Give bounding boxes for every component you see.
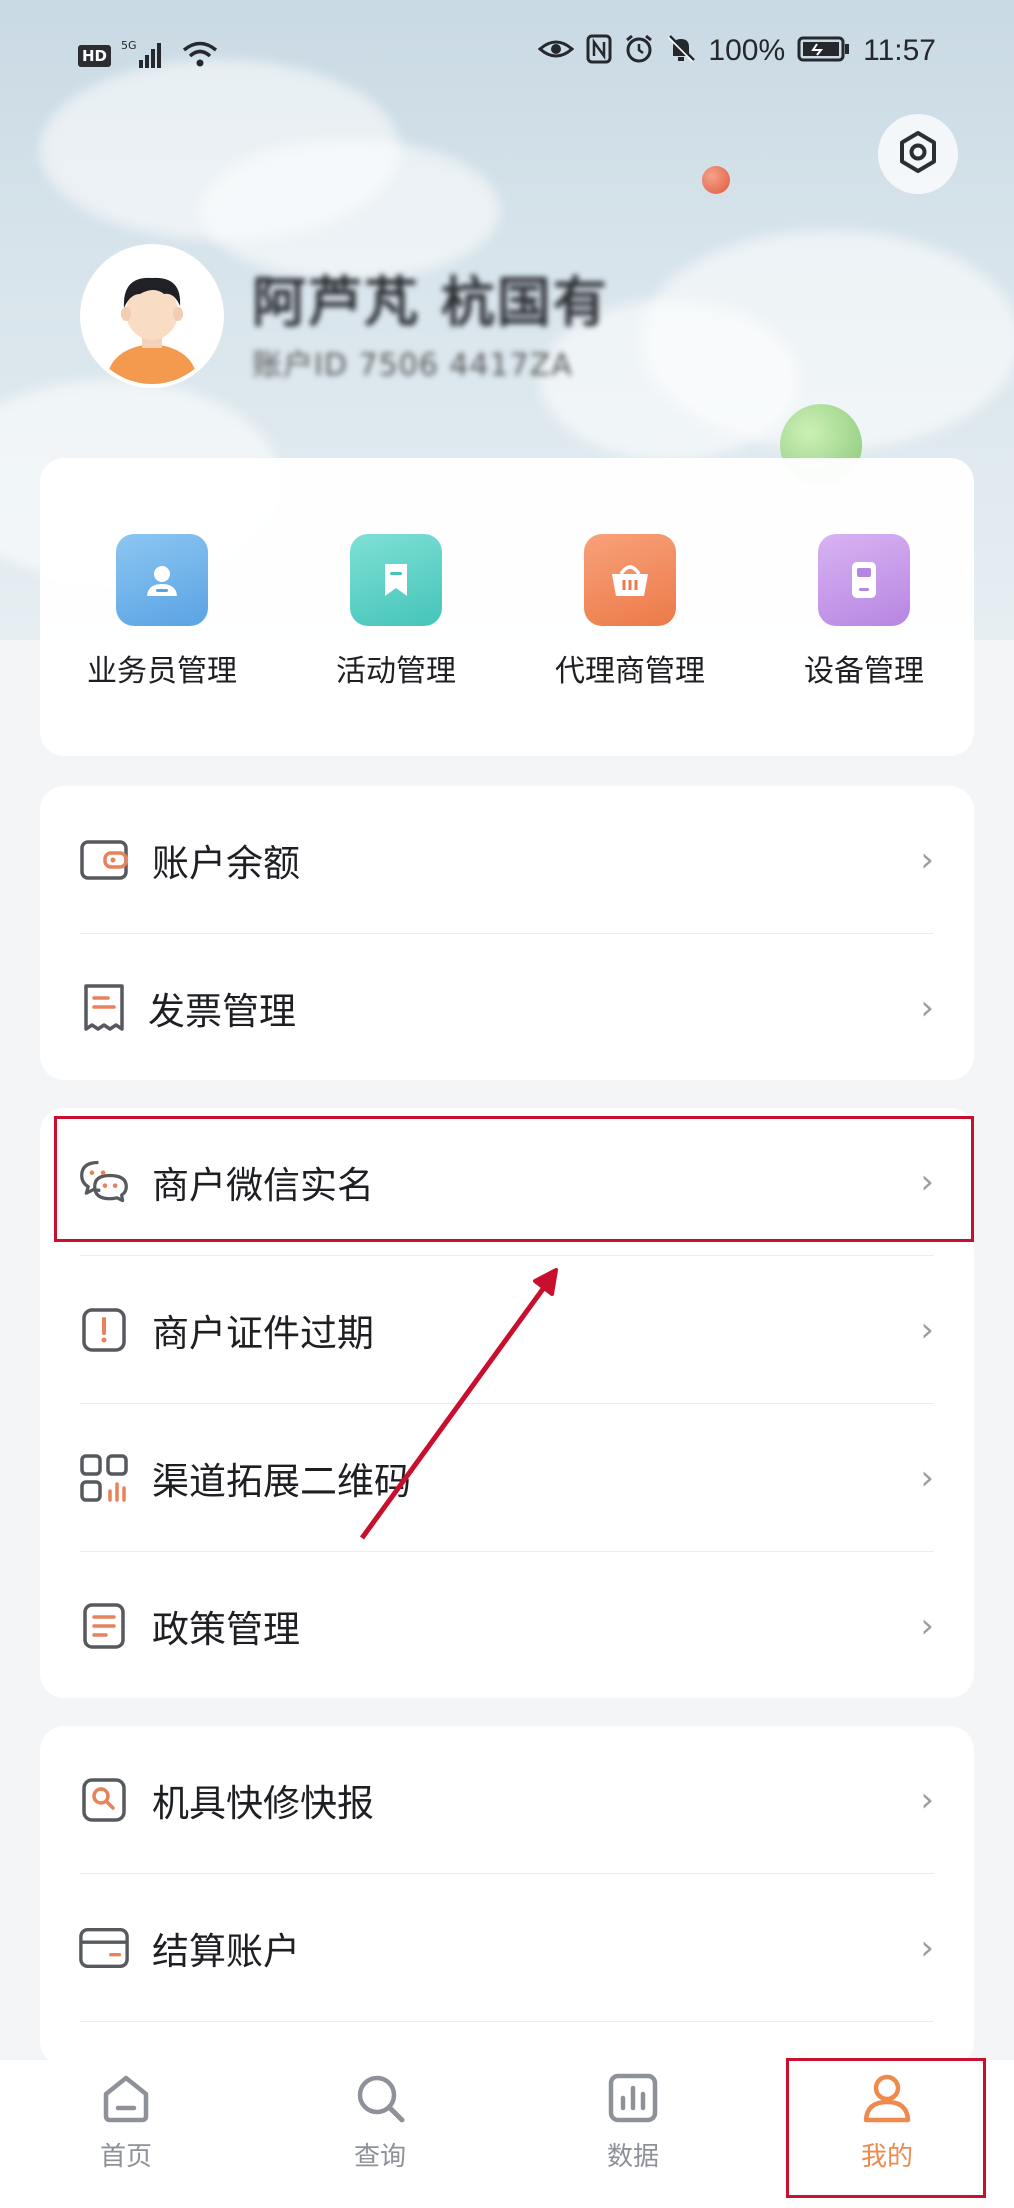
annotation-arrow-icon [359,1268,558,1540]
